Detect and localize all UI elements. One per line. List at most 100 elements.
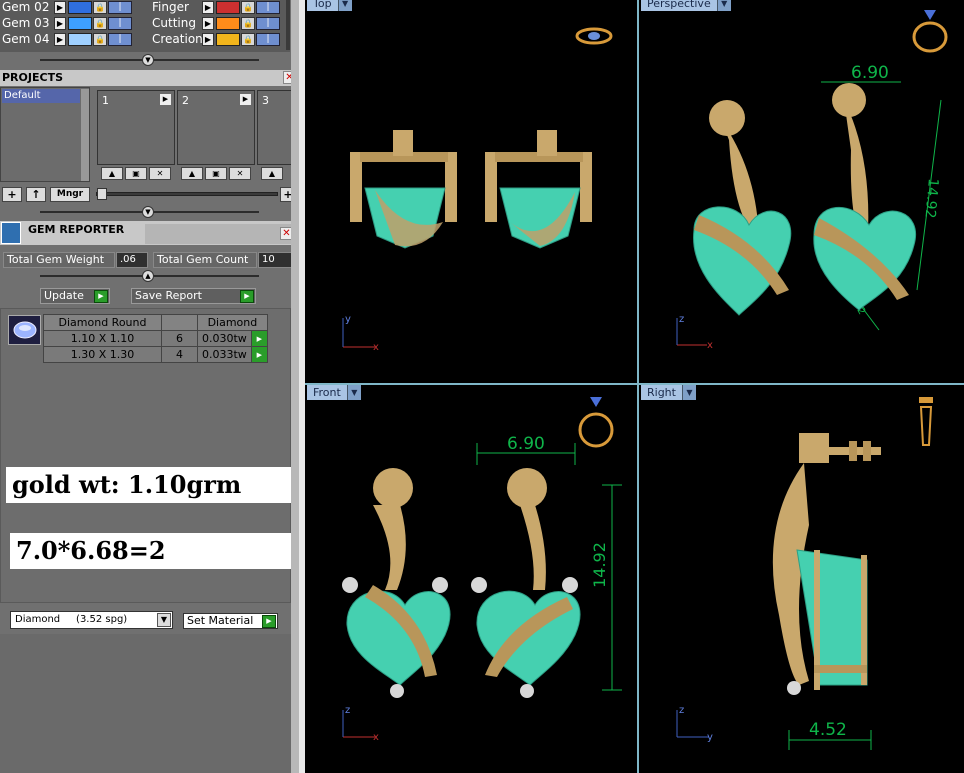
layer-visibility-toggle[interactable]: | [256, 17, 280, 30]
table-row[interactable]: 1.10 X 1.10 6 0.030tw ▶ [43, 330, 268, 347]
layer-visibility-toggle[interactable]: | [256, 33, 280, 46]
upload-icon[interactable]: ▲ [181, 167, 203, 180]
layer-row-gem-04[interactable]: Gem 04 ▶ 🔒 | [0, 32, 145, 47]
scrollbar-thumb[interactable] [286, 0, 290, 50]
earring-front [813, 83, 917, 311]
layer-visibility-toggle[interactable]: | [256, 1, 280, 14]
layer-expand-icon[interactable]: ▶ [54, 1, 66, 14]
svg-text:6.90: 6.90 [851, 63, 889, 83]
layer-visibility-toggle[interactable]: | [108, 1, 132, 14]
dimension-height: 14.92 [916, 99, 942, 291]
viewport-tab-right[interactable]: Right ▼ [641, 385, 696, 400]
delete-icon[interactable]: ✕ [149, 167, 171, 180]
go-arrow-icon[interactable]: ▶ [240, 290, 254, 303]
lock-icon[interactable]: 🔒 [241, 17, 255, 30]
lock-icon[interactable]: 🔒 [241, 1, 255, 14]
layer-expand-icon[interactable]: ▶ [202, 33, 214, 46]
add-project-button[interactable]: + [2, 187, 22, 202]
layer-color-swatch[interactable] [216, 1, 240, 14]
material-selected-value: Diamond (3.52 spg) [15, 614, 128, 625]
collapse-icon[interactable]: ▲ [142, 270, 154, 282]
earring-orientation-icon [919, 397, 933, 446]
viewport-top[interactable]: Top ▼ x y [305, 0, 637, 383]
earring-left [350, 130, 457, 249]
dimension-height: 14.92 [590, 484, 622, 691]
layer-color-swatch[interactable] [68, 17, 92, 30]
panel-splitter[interactable]: ▼ [0, 205, 299, 219]
project-tile[interactable]: 2 ▶ [177, 90, 255, 165]
layer-color-swatch[interactable] [216, 33, 240, 46]
slider-handle[interactable] [97, 188, 107, 200]
viewport-front[interactable]: Front ▼ 6.90 14.92 x z [305, 385, 637, 773]
layer-row-gem-03[interactable]: Gem 03 ▶ 🔒 | [0, 16, 145, 31]
viewport-right[interactable]: Right ▼ 4.52 y z [639, 385, 964, 773]
chevron-down-icon[interactable]: ▼ [346, 385, 361, 400]
project-tile[interactable]: 1 ▶ [97, 90, 175, 165]
up-icon[interactable]: ↑ [26, 187, 46, 202]
viewport-tab-perspective[interactable]: Perspective ▼ [641, 0, 731, 11]
lock-icon[interactable]: 🔒 [241, 33, 255, 46]
layer-expand-icon[interactable]: ▶ [54, 17, 66, 30]
svg-text:14.92: 14.92 [922, 178, 941, 219]
project-item-default[interactable]: Default [2, 89, 80, 103]
dimension-width: 6.90 [476, 434, 576, 465]
chevron-down-icon[interactable]: ▼ [681, 385, 696, 400]
layer-color-swatch[interactable] [68, 1, 92, 14]
viewport-label: Perspective [647, 0, 711, 10]
layer-name: Gem 03 [2, 16, 50, 30]
material-select[interactable]: Diamond (3.52 spg) ▼ [10, 611, 173, 629]
set-material-button[interactable]: Set Material ▶ [183, 613, 278, 629]
go-arrow-icon[interactable]: ▶ [250, 346, 268, 363]
lock-icon[interactable]: 🔒 [93, 33, 107, 46]
go-arrow-icon[interactable]: ▶ [94, 290, 108, 303]
layer-visibility-toggle[interactable]: | [108, 33, 132, 46]
play-icon[interactable]: ▶ [160, 94, 171, 105]
panel-splitter[interactable]: ▲ [0, 270, 299, 282]
svg-text:14.92: 14.92 [590, 542, 609, 588]
layer-row-creation[interactable]: Creation ▶ 🔒 | [150, 32, 290, 47]
dimension-width: 6.90 [821, 63, 901, 83]
layer-expand-icon[interactable]: ▶ [202, 1, 214, 14]
table-row[interactable]: 1.30 X 1.30 4 0.033tw ▶ [43, 346, 268, 363]
collapse-icon[interactable]: ▼ [142, 54, 154, 66]
layer-row-cutting[interactable]: Cutting ▶ 🔒 | [150, 16, 290, 31]
upload-icon[interactable]: ▲ [101, 167, 123, 180]
layer-expand-icon[interactable]: ▶ [202, 17, 214, 30]
projects-title: PROJECTS [2, 71, 63, 84]
viewport-perspective[interactable]: Perspective ▼ 6.90 14.92 4.52 [639, 0, 964, 383]
axis-indicator: y z [676, 705, 713, 743]
gold-weight-note: gold wt: 1.10grm [6, 467, 306, 503]
viewport-tab-top[interactable]: Top ▼ [307, 0, 352, 11]
layer-visibility-toggle[interactable]: | [108, 17, 132, 30]
layer-row-finger[interactable]: Finger ▶ 🔒 | [150, 0, 290, 15]
earring-back [693, 100, 792, 316]
manager-button[interactable]: Mngr [50, 187, 90, 202]
collapse-icon[interactable]: ▼ [142, 206, 154, 218]
panel-splitter[interactable]: ▼ [0, 53, 299, 67]
column-header: Diamond [197, 314, 268, 331]
layer-color-swatch[interactable] [216, 17, 240, 30]
lock-icon[interactable]: 🔒 [93, 17, 107, 30]
projects-list: Default [0, 87, 90, 182]
go-arrow-icon[interactable]: ▶ [250, 330, 268, 347]
layer-row-gem-02[interactable]: Gem 02 ▶ 🔒 | [0, 0, 145, 15]
save-report-button[interactable]: Save Report ▶ [131, 288, 256, 304]
chevron-down-icon[interactable]: ▼ [337, 0, 352, 11]
layer-color-swatch[interactable] [68, 33, 92, 46]
zoom-slider[interactable] [96, 192, 278, 196]
play-icon[interactable]: ▶ [240, 94, 251, 105]
delete-icon[interactable]: ✕ [229, 167, 251, 180]
go-arrow-icon[interactable]: ▶ [262, 615, 276, 628]
save-icon[interactable]: ▣ [125, 167, 147, 180]
update-button[interactable]: Update ▶ [40, 288, 110, 304]
scrollbar[interactable] [291, 0, 299, 773]
chevron-down-icon[interactable]: ▼ [157, 613, 171, 627]
layer-expand-icon[interactable]: ▶ [54, 33, 66, 46]
viewport-tab-front[interactable]: Front ▼ [307, 385, 361, 400]
lock-icon[interactable]: 🔒 [93, 1, 107, 14]
svg-text:y: y [345, 314, 351, 325]
scrollbar[interactable] [81, 89, 89, 181]
save-icon[interactable]: ▣ [205, 167, 227, 180]
chevron-down-icon[interactable]: ▼ [716, 0, 731, 11]
upload-icon[interactable]: ▲ [261, 167, 283, 180]
